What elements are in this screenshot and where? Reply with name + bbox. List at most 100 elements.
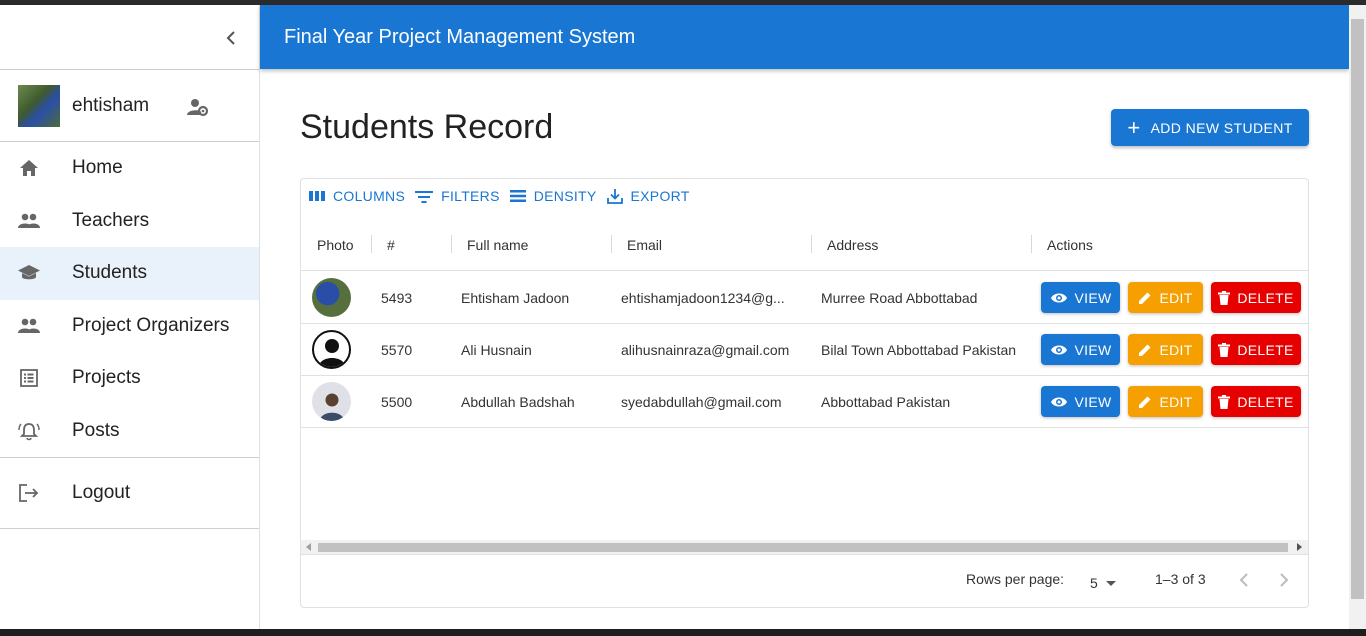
collapse-sidebar-button[interactable] — [218, 25, 244, 51]
filter-icon — [415, 189, 434, 203]
user-profile: ehtisham — [0, 70, 259, 142]
density-button[interactable]: DENSITY — [509, 188, 597, 204]
student-email: syedabdullah@gmail.com — [621, 394, 782, 410]
chevron-right-icon — [1280, 573, 1289, 587]
page-title: Students Record — [300, 108, 554, 146]
grid-header-row: Photo # Full name Email Address Actions — [301, 221, 1308, 271]
scroll-right-arrow-icon[interactable] — [1297, 543, 1302, 551]
dropdown-arrow-icon — [1105, 580, 1116, 586]
student-photo — [312, 382, 351, 421]
column-separator[interactable] — [371, 235, 372, 253]
logout-icon — [18, 482, 40, 504]
edit-button[interactable]: EDIT — [1128, 386, 1203, 417]
chevron-left-icon — [1239, 573, 1248, 587]
table-row[interactable]: 5570 Ali Husnain alihusnainraza@gmail.co… — [301, 324, 1308, 376]
student-email: alihusnainraza@gmail.com — [621, 342, 790, 358]
column-header-address[interactable]: Address — [827, 237, 878, 253]
column-separator[interactable] — [811, 235, 812, 253]
table-row[interactable]: 5500 Abdullah Badshah syedabdullah@gmail… — [301, 376, 1308, 428]
columns-button[interactable]: COLUMNS — [309, 188, 405, 204]
student-id: 5570 — [381, 342, 413, 358]
app-title: Final Year Project Management System — [284, 25, 636, 48]
student-full-name: Ehtisham Jadoon — [461, 290, 570, 306]
avatar — [18, 84, 60, 127]
add-new-student-button[interactable]: + ADD NEW STUDENT — [1111, 109, 1309, 146]
sidebar-item-home[interactable]: Home — [0, 142, 259, 195]
sidebar-item-projects[interactable]: Projects — [0, 352, 259, 405]
delete-button[interactable]: DELETE — [1211, 334, 1301, 365]
sidebar-item-label: Home — [72, 157, 123, 179]
trash-icon — [1218, 342, 1231, 357]
plus-icon: + — [1127, 114, 1141, 140]
edit-button[interactable]: EDIT — [1128, 282, 1203, 313]
grid-toolbar: COLUMNS FILTERS DENSITY EXPORT — [309, 188, 700, 204]
column-separator[interactable] — [611, 235, 612, 253]
column-header-photo[interactable]: Photo — [317, 237, 354, 253]
eye-icon — [1050, 292, 1068, 304]
export-button[interactable]: EXPORT — [606, 188, 690, 204]
density-icon — [509, 189, 526, 203]
rows-per-page-label: Rows per page: — [966, 571, 1065, 587]
delete-button[interactable]: DELETE — [1211, 282, 1301, 313]
sidebar-item-logout[interactable]: Logout — [0, 457, 259, 529]
app-bar: Final Year Project Management System — [260, 5, 1349, 69]
sidebar-item-project-organizers[interactable]: Project Organizers — [0, 300, 259, 353]
columns-label: COLUMNS — [333, 188, 406, 204]
pagination-range: 1–3 of 3 — [1155, 571, 1206, 587]
vertical-scrollbar[interactable] — [1349, 5, 1366, 629]
density-label: DENSITY — [533, 188, 597, 204]
scroll-left-arrow-icon[interactable] — [306, 543, 311, 551]
filters-button[interactable]: FILTERS — [415, 188, 500, 204]
sidebar-item-teachers[interactable]: Teachers — [0, 195, 259, 248]
column-header-actions[interactable]: Actions — [1047, 237, 1093, 253]
sidebar-item-students[interactable]: Students — [0, 247, 259, 300]
students-data-grid: COLUMNS FILTERS DENSITY EXPORT Photo # F… — [300, 178, 1309, 608]
view-button[interactable]: VIEW — [1041, 334, 1120, 365]
people-icon — [18, 210, 40, 232]
horizontal-scrollbar[interactable] — [301, 540, 1308, 554]
horizontal-scrollbar-thumb[interactable] — [318, 543, 1288, 552]
person-photo-icon — [319, 393, 344, 421]
student-photo — [312, 330, 351, 369]
school-icon — [18, 262, 40, 284]
table-row[interactable]: 5493 Ehtisham Jadoon ehtishamjadoon1234@… — [301, 272, 1308, 324]
delete-label: DELETE — [1237, 393, 1294, 410]
column-header-id[interactable]: # — [387, 237, 395, 253]
bell-icon — [18, 420, 40, 442]
student-email: ehtishamjadoon1234@g... — [621, 290, 785, 306]
view-label: VIEW — [1074, 393, 1112, 410]
sidebar-nav: Home Teachers Students Project Organizer… — [0, 142, 259, 457]
user-settings-icon[interactable] — [187, 97, 209, 122]
view-button[interactable]: VIEW — [1041, 386, 1120, 417]
view-label: VIEW — [1074, 341, 1112, 358]
column-separator[interactable] — [1031, 235, 1032, 253]
next-page-button[interactable] — [1279, 573, 1289, 590]
view-button[interactable]: VIEW — [1041, 282, 1120, 313]
trash-icon — [1218, 394, 1231, 409]
delete-button[interactable]: DELETE — [1211, 386, 1301, 417]
download-icon — [606, 188, 623, 204]
eye-icon — [1050, 344, 1068, 356]
taskbar-edge — [0, 629, 1366, 636]
sidebar-item-label: Teachers — [72, 209, 150, 231]
add-new-student-label: ADD NEW STUDENT — [1150, 119, 1293, 136]
student-address: Murree Road Abbottabad — [821, 290, 978, 306]
grid-footer: Rows per page: 5 1–3 of 3 — [301, 554, 1308, 607]
filters-label: FILTERS — [441, 188, 500, 204]
student-id: 5493 — [381, 290, 413, 306]
delete-label: DELETE — [1237, 341, 1294, 358]
home-icon — [18, 157, 40, 179]
vertical-scrollbar-thumb[interactable] — [1351, 19, 1364, 599]
people-icon — [18, 315, 40, 337]
column-header-email[interactable]: Email — [627, 237, 662, 253]
edit-label: EDIT — [1159, 289, 1193, 306]
column-header-full-name[interactable]: Full name — [467, 237, 528, 253]
sidebar-item-posts[interactable]: Posts — [0, 405, 259, 458]
previous-page-button[interactable] — [1239, 573, 1249, 590]
columns-icon — [309, 190, 325, 202]
column-separator[interactable] — [451, 235, 452, 253]
sidebar-header — [0, 5, 259, 70]
edit-button[interactable]: EDIT — [1128, 334, 1203, 365]
sidebar-item-label: Students — [72, 262, 147, 284]
rows-per-page-select[interactable]: 5 — [1090, 575, 1116, 591]
